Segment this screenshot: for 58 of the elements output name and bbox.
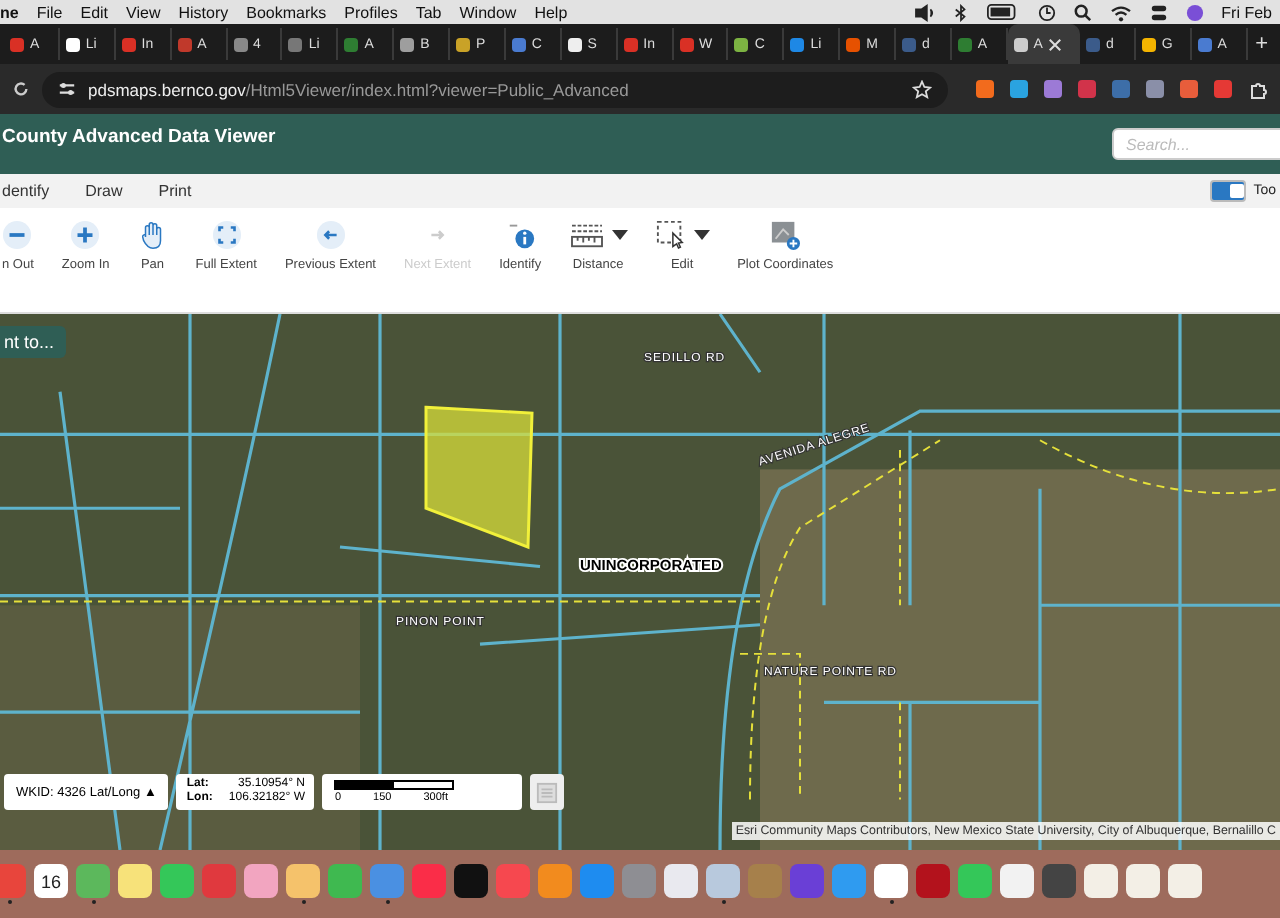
menu-item[interactable]: Bookmarks: [246, 3, 327, 21]
full-extent-icon: [211, 219, 242, 249]
app-icon[interactable]: [1168, 864, 1202, 898]
app-icon[interactable]: [160, 864, 194, 898]
menu-item[interactable]: History: [178, 3, 229, 21]
caret-icon[interactable]: [611, 229, 628, 239]
app-icon[interactable]: [874, 864, 908, 898]
menu-item[interactable]: Profiles: [344, 3, 398, 21]
menu-item[interactable]: Window: [459, 3, 517, 21]
bluetooth-icon[interactable]: [953, 3, 968, 21]
app-icon[interactable]: 16: [34, 864, 68, 898]
app-icon[interactable]: [1000, 864, 1034, 898]
reload-icon[interactable]: [12, 80, 30, 98]
menu-clock[interactable]: Fri Feb: [1221, 3, 1272, 21]
menu-item[interactable]: View: [126, 3, 161, 21]
site-settings-icon[interactable]: [58, 80, 76, 98]
control-center-icon[interactable]: [1149, 3, 1168, 21]
app-icon[interactable]: [706, 864, 740, 898]
select-cursor-icon: [655, 219, 686, 249]
app-icon[interactable]: [1042, 864, 1076, 898]
address-bar[interactable]: pdsmaps.bernco.gov/Html5Viewer/index.html?viewer=Public_Advanced: [42, 71, 948, 107]
app-icon[interactable]: [118, 864, 152, 898]
info-icon: [505, 219, 536, 249]
menu-item[interactable]: Tab: [415, 3, 442, 21]
menu-item[interactable]: ne: [0, 3, 19, 21]
app-icon[interactable]: [1126, 864, 1160, 898]
menu-tab[interactable]: Print: [158, 182, 192, 200]
app-icon[interactable]: [958, 864, 992, 898]
puzzle-icon[interactable]: [1248, 79, 1268, 99]
menu-tab[interactable]: Draw: [85, 182, 123, 200]
new-tab-button[interactable]: +: [1247, 32, 1277, 56]
star-icon[interactable]: [912, 79, 932, 99]
overview-map-button[interactable]: [530, 774, 565, 810]
url-text: pdsmaps.bernco.gov/Html5Viewer/index.html?viewer=Public_Advanced: [88, 79, 629, 99]
clock-icon[interactable]: [1037, 3, 1056, 21]
menu-item[interactable]: Edit: [80, 3, 109, 21]
volume-icon[interactable]: [913, 3, 936, 21]
menu-tab[interactable]: dentify: [2, 182, 50, 200]
zoom-in-icon: [70, 219, 101, 249]
app-icon[interactable]: [1084, 864, 1118, 898]
menu-item[interactable]: Help: [534, 3, 568, 21]
caret-icon[interactable]: [693, 229, 710, 239]
search-field[interactable]: Search...: [1112, 128, 1280, 160]
app-icon[interactable]: [454, 864, 488, 898]
zoom-out-icon: [2, 219, 33, 249]
jump-to-button[interactable]: nt to...: [0, 326, 67, 358]
ruler-icon: [569, 219, 604, 249]
menu-item[interactable]: File: [36, 3, 63, 21]
app-title: County Advanced Data Viewer: [2, 126, 276, 148]
toggle-switch[interactable]: [1209, 180, 1246, 202]
wifi-icon[interactable]: [1109, 3, 1132, 21]
close-icon[interactable]: [1048, 37, 1063, 51]
app-icon[interactable]: [244, 864, 278, 898]
battery-icon[interactable]: [985, 4, 1020, 20]
app-icon[interactable]: [286, 864, 320, 898]
search-icon[interactable]: [1073, 3, 1092, 21]
selected-parcel[interactable]: [424, 405, 534, 550]
app-icon[interactable]: [664, 864, 698, 898]
